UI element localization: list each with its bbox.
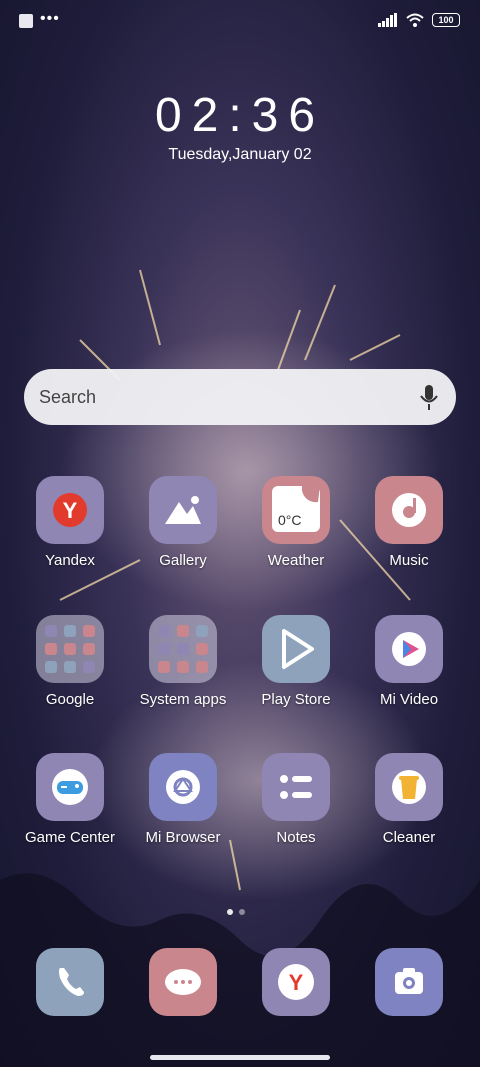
microphone-icon[interactable] bbox=[418, 383, 440, 411]
app-mi-video[interactable]: Mi Video bbox=[354, 615, 464, 708]
cleaner-icon bbox=[375, 753, 443, 821]
app-label: Notes bbox=[276, 829, 316, 846]
gallery-icon bbox=[149, 476, 217, 544]
app-game-center[interactable]: Game Center bbox=[15, 753, 125, 846]
app-label: System apps bbox=[139, 691, 227, 708]
search-bar[interactable]: Search bbox=[24, 369, 456, 425]
app-music[interactable]: Music bbox=[354, 476, 464, 569]
weather-icon: 0°C bbox=[262, 476, 330, 544]
dock-messaging[interactable] bbox=[149, 948, 217, 1016]
mi-video-icon bbox=[375, 615, 443, 683]
clock-date: Tuesday,January 02 bbox=[168, 146, 312, 163]
app-label: Mi Browser bbox=[145, 829, 221, 846]
app-label: Cleaner bbox=[382, 829, 436, 846]
notes-icon bbox=[262, 753, 330, 821]
page-dot bbox=[239, 909, 245, 915]
app-weather[interactable]: 0°C Weather bbox=[241, 476, 351, 569]
yandex-browser-icon: Y bbox=[278, 964, 314, 1000]
folder-google[interactable]: Google bbox=[15, 615, 125, 708]
app-label: Gallery bbox=[159, 552, 207, 569]
notification-icon bbox=[19, 14, 33, 28]
phone-icon bbox=[59, 968, 84, 996]
music-icon bbox=[375, 476, 443, 544]
app-yandex[interactable]: Y Yandex bbox=[15, 476, 125, 569]
app-label: Game Center bbox=[24, 829, 116, 846]
app-label: Google bbox=[45, 691, 95, 708]
battery-indicator: 100 bbox=[432, 13, 460, 27]
dock-phone[interactable] bbox=[36, 948, 104, 1016]
page-indicator bbox=[227, 909, 245, 915]
message-icon bbox=[165, 969, 201, 995]
clock-time[interactable]: 02:36 bbox=[0, 88, 480, 143]
yandex-icon: Y bbox=[36, 476, 104, 544]
camera-icon bbox=[395, 968, 423, 994]
dock-yandex-browser[interactable]: Y bbox=[262, 948, 330, 1016]
signal-icon bbox=[378, 13, 397, 27]
app-label: Yandex bbox=[45, 552, 95, 569]
app-label: Mi Video bbox=[379, 691, 439, 708]
app-play-store[interactable]: Play Store bbox=[241, 615, 351, 708]
status-bar: ••• 100 bbox=[0, 10, 480, 34]
gesture-bar[interactable] bbox=[150, 1055, 330, 1060]
mi-browser-icon bbox=[149, 753, 217, 821]
app-label: Weather bbox=[267, 552, 325, 569]
google-folder-icon bbox=[36, 615, 104, 683]
app-cleaner[interactable]: Cleaner bbox=[354, 753, 464, 846]
search-placeholder: Search bbox=[39, 387, 97, 407]
app-mi-browser[interactable]: Mi Browser bbox=[128, 753, 238, 846]
folder-system-apps[interactable]: System apps bbox=[128, 615, 238, 708]
app-notes[interactable]: Notes bbox=[241, 753, 351, 846]
svg-text:Y: Y bbox=[289, 970, 304, 995]
weather-temp: 0°C bbox=[278, 512, 302, 528]
more-notifications-icon: ••• bbox=[40, 10, 60, 27]
dock-camera[interactable] bbox=[375, 948, 443, 1016]
system-apps-folder-icon bbox=[149, 615, 217, 683]
page-dot-active bbox=[227, 909, 233, 915]
gamepad-icon bbox=[36, 753, 104, 821]
play-store-icon bbox=[262, 615, 330, 683]
app-label: Play Store bbox=[261, 691, 331, 708]
wifi-icon bbox=[406, 13, 424, 27]
app-gallery[interactable]: Gallery bbox=[128, 476, 238, 569]
app-label: Music bbox=[389, 552, 429, 569]
svg-text:Y: Y bbox=[63, 498, 78, 523]
